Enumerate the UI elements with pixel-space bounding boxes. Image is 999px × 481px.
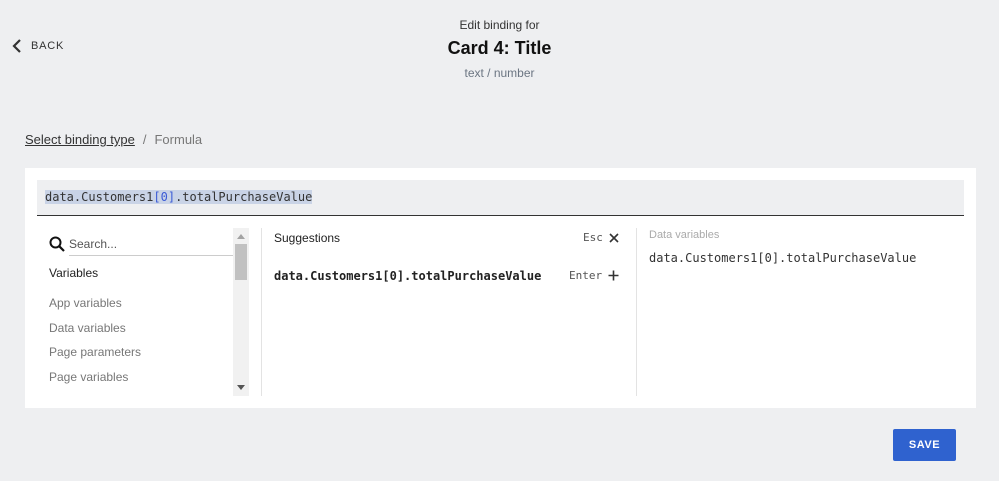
header-subtitle: Edit binding for xyxy=(459,18,540,32)
breadcrumb: Select binding type / Formula xyxy=(25,132,202,147)
column-divider xyxy=(261,228,262,396)
enter-label: Enter xyxy=(569,269,603,282)
formula-input[interactable]: data.Customers1[0].totalPurchaseValue xyxy=(37,180,964,216)
dismiss-button[interactable]: Esc xyxy=(583,231,619,244)
formula-bracket: ] xyxy=(167,190,176,204)
formula-index: 0 xyxy=(160,190,168,204)
data-variables-heading: Data variables xyxy=(649,229,720,241)
variables-scrollbar[interactable] xyxy=(233,228,249,396)
search-icon xyxy=(49,236,65,252)
insert-suggestion-button[interactable]: Enter xyxy=(569,269,619,282)
formula-selection: data.Customers1[0].totalPurchaseValue xyxy=(45,190,313,204)
formula-part: data.Customers1 xyxy=(45,190,154,204)
variables-item-page-parameters[interactable]: Page parameters xyxy=(49,345,141,370)
variables-column: Variables App variables Data variables P… xyxy=(37,228,249,396)
scrollbar-thumb[interactable] xyxy=(235,244,247,280)
suggestion-item[interactable]: data.Customers1[0].totalPurchaseValue xyxy=(274,269,541,283)
breadcrumb-link-select-binding-type[interactable]: Select binding type xyxy=(25,132,135,147)
close-icon xyxy=(609,232,619,243)
scroll-up-icon[interactable] xyxy=(237,234,245,239)
esc-label: Esc xyxy=(583,231,603,244)
save-button[interactable]: SAVE xyxy=(893,429,956,461)
column-divider xyxy=(636,228,637,396)
data-variable-value: data.Customers1[0].totalPurchaseValue xyxy=(649,251,917,265)
search-input[interactable] xyxy=(69,232,233,256)
formula-editor-panel: data.Customers1[0].totalPurchaseValue Va… xyxy=(25,168,976,408)
formula-part: .totalPurchaseValue xyxy=(175,190,313,204)
variables-item-data-variables[interactable]: Data variables xyxy=(49,321,141,346)
plus-icon xyxy=(608,270,619,281)
formula-bracket: [ xyxy=(153,190,161,204)
breadcrumb-current: Formula xyxy=(154,132,203,147)
page-title: Card 4: Title xyxy=(447,38,552,58)
scroll-down-icon[interactable] xyxy=(237,385,245,390)
page-header: Edit binding for Card 4: Title text / nu… xyxy=(0,17,999,81)
suggestions-heading: Suggestions xyxy=(274,231,341,245)
breadcrumb-separator: / xyxy=(142,132,147,147)
variables-heading: Variables xyxy=(49,266,99,280)
search-row xyxy=(49,232,245,256)
binding-type-label: text / number xyxy=(464,66,535,80)
variables-item-app-variables[interactable]: App variables xyxy=(49,296,141,321)
variables-item-page-variables[interactable]: Page variables xyxy=(49,370,141,395)
variables-list: App variables Data variables Page parame… xyxy=(49,296,141,394)
